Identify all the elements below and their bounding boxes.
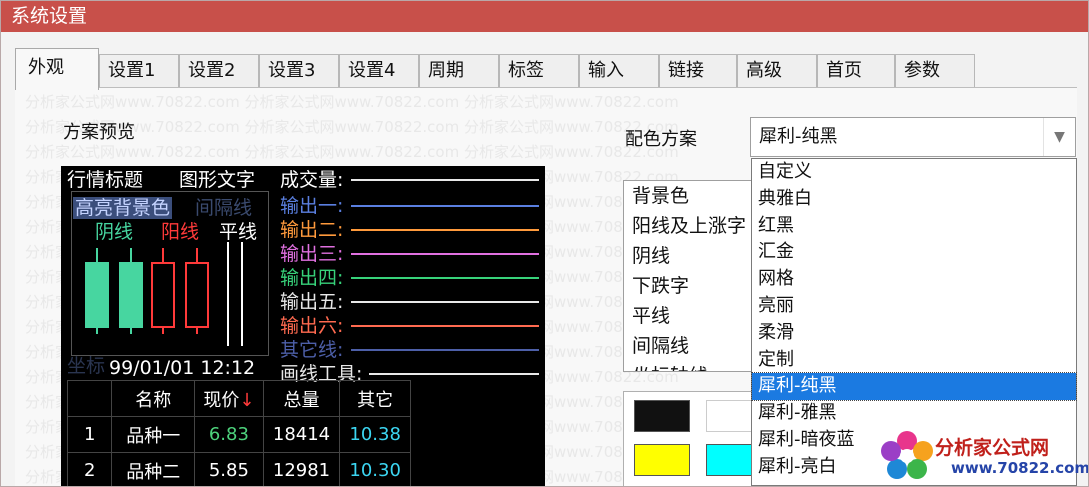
preview-output-line (351, 253, 539, 255)
logo-name: 分析家公式网 (935, 437, 1050, 459)
chevron-down-icon[interactable]: ▼ (1043, 118, 1075, 156)
scheme-option[interactable]: 网格 (752, 266, 1076, 293)
tab-settings4[interactable]: 设置4 (339, 54, 419, 88)
scheme-preview: 行情标题 图形文字 高亮背景色 间隔线 阴线 阳线 平线 成交量: 输出一: 输出… (61, 166, 545, 486)
window-title: 系统设置 (1, 1, 1088, 32)
preview-output-label: 输出三: (280, 243, 344, 265)
color-item-axis[interactable]: 坐标轴线 (624, 361, 762, 371)
scheme-option[interactable]: 红黑 (752, 213, 1076, 240)
preview-output-line (351, 229, 539, 231)
tab-link[interactable]: 链接 (659, 54, 737, 88)
scheme-option[interactable]: 典雅白 (752, 186, 1076, 213)
color-items-list[interactable]: 背景色 阳线及上涨字 阴线 下跌字 平线 间隔线 坐标轴线 (623, 180, 763, 372)
preview-quote-title: 行情标题 (67, 169, 144, 191)
candle-yang-2 (185, 262, 209, 328)
preview-output-label: 输出六: (280, 315, 344, 337)
tab-settings1[interactable]: 设置1 (99, 54, 179, 88)
tab-parameters[interactable]: 参数 (895, 54, 975, 88)
flat-line-1 (227, 242, 229, 346)
scheme-option[interactable]: 犀利-纯黑 (751, 372, 1077, 402)
color-item-interval[interactable]: 间隔线 (624, 331, 762, 361)
table-header-price: 现价↓ (194, 380, 264, 417)
table-cell: 18414 (262, 416, 341, 453)
table-cell: 2 (66, 452, 113, 486)
preview-volume-label: 成交量: (280, 169, 344, 191)
scheme-option[interactable]: 自定义 (752, 159, 1076, 186)
tab-appearance[interactable]: 外观 (15, 48, 99, 90)
site-logo: 分析家公式网 www.70822.com (879, 429, 1088, 483)
scheme-option[interactable]: 定制 (752, 347, 1076, 374)
table-cell-price: 5.85 (194, 452, 264, 486)
tab-input[interactable]: 输入 (579, 54, 659, 88)
table-cell: 12981 (262, 452, 341, 486)
scheme-option[interactable]: 汇金 (752, 239, 1076, 266)
preview-flat-label: 平线 (219, 221, 258, 243)
scheme-option[interactable]: 柔滑 (752, 320, 1076, 347)
color-item-yin[interactable]: 阴线 (624, 241, 762, 271)
color-item-flat[interactable]: 平线 (624, 301, 762, 331)
tab-period[interactable]: 周期 (419, 54, 499, 88)
preview-output-label: 输出一: (280, 195, 344, 217)
table-cell-price: 6.83 (194, 416, 264, 453)
table-header-name: 名称 (111, 380, 196, 417)
preview-datetime: 99/01/01 12:12 (109, 357, 256, 379)
table-header-index (66, 380, 113, 417)
swatch-yellow[interactable] (634, 444, 690, 476)
preview-output-line (351, 277, 539, 279)
scheme-label: 配色方案 (625, 129, 697, 150)
table-row: 1 品种一 6.83 18414 10.38 (66, 416, 411, 453)
tab-label[interactable]: 标签 (499, 54, 579, 88)
table-header-volume: 总量 (262, 380, 341, 417)
logo-url: www.70822.com (951, 459, 1089, 477)
table-cell-other: 10.38 (339, 416, 411, 453)
tab-bar: 外观 设置1 设置2 设置3 设置4 周期 标签 输入 链接 高级 首页 参数 (15, 48, 1075, 90)
preview-output-line (351, 325, 539, 327)
swatch-black[interactable] (634, 400, 690, 432)
preview-yang-label: 阳线 (161, 221, 200, 243)
preview-output-line (351, 349, 539, 351)
color-item-up[interactable]: 阳线及上涨字 (624, 211, 762, 241)
candle-yin-1 (85, 262, 109, 328)
preview-output-line (369, 373, 539, 375)
preview-output-line (351, 301, 539, 303)
table-cell: 品种二 (111, 452, 196, 486)
table-header-other: 其它 (339, 380, 411, 417)
color-swatch-panel (623, 391, 763, 486)
flower-logo-icon (881, 431, 933, 479)
preview-output-label: 输出四: (280, 267, 344, 289)
table-cell-other: 10.30 (339, 452, 411, 486)
scheme-select-value: 犀利-纯黑 (759, 126, 838, 147)
scheme-option[interactable]: 犀利-雅黑 (752, 400, 1076, 427)
preview-output-label: 输出五: (280, 291, 344, 313)
flat-line-2 (241, 242, 243, 346)
preview-graphic-text: 图形文字 (179, 169, 256, 191)
preview-output-label: 输出二: (280, 219, 344, 241)
preview-axis-label: 坐标 (67, 355, 106, 377)
table-row: 2 品种二 5.85 12981 10.30 (66, 452, 411, 486)
table-cell: 1 (66, 416, 113, 453)
volume-line (351, 179, 539, 181)
candle-yin-2 (119, 262, 143, 328)
tab-settings3[interactable]: 设置3 (259, 54, 339, 88)
preview-yin-label: 阴线 (95, 221, 134, 243)
scheme-select[interactable]: 犀利-纯黑 ▼ (750, 117, 1076, 157)
tab-home[interactable]: 首页 (817, 54, 895, 88)
color-item-background[interactable]: 背景色 (624, 181, 762, 211)
table-cell: 品种一 (111, 416, 196, 453)
scheme-option[interactable]: 亮丽 (752, 293, 1076, 320)
preview-quote-table: 名称 现价↓ 总量 其它 1 品种一 6.83 18414 10.38 2 品种… (66, 380, 411, 486)
tab-advanced[interactable]: 高级 (737, 54, 817, 88)
color-item-down[interactable]: 下跌字 (624, 271, 762, 301)
preview-output-label: 其它线: (280, 339, 344, 361)
candle-yang-1 (151, 262, 175, 328)
preview-label: 方案预览 (63, 122, 135, 143)
system-settings-window: 系统设置 外观 设置1 设置2 设置3 设置4 周期 标签 输入 链接 高级 首… (0, 0, 1089, 487)
preview-output-line (351, 205, 539, 207)
tab-settings2[interactable]: 设置2 (179, 54, 259, 88)
